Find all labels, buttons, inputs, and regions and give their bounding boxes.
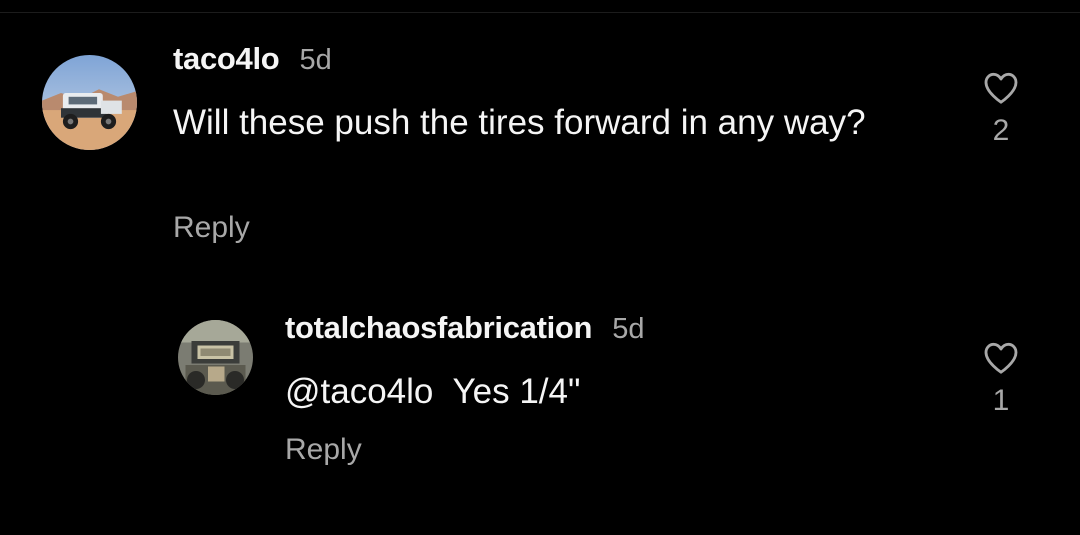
reply-button[interactable]: Reply [285, 433, 362, 467]
truck-photo-image [42, 55, 137, 150]
like-control: 2 [971, 68, 1031, 148]
avatar[interactable] [178, 320, 253, 395]
reply-button[interactable]: Reply [173, 211, 250, 245]
comment-text: @taco4lo Yes 1/4" [285, 372, 925, 412]
mention-link[interactable]: @taco4lo [285, 372, 433, 411]
comment-header: taco4lo 5d [173, 41, 332, 77]
comment-header: totalchaosfabrication 5d [285, 310, 644, 346]
timestamp: 5d [612, 313, 645, 345]
username[interactable]: taco4lo [173, 41, 280, 77]
top-divider [0, 0, 1080, 13]
comment-body: Yes 1/4" [452, 372, 581, 411]
like-control: 1 [971, 338, 1031, 418]
like-count: 2 [992, 114, 1010, 147]
timestamp: 5d [299, 44, 332, 76]
fabrication-photo-image [178, 320, 253, 395]
username[interactable]: totalchaosfabrication [285, 310, 593, 346]
heart-outline-icon[interactable] [980, 68, 1022, 108]
like-count: 1 [992, 384, 1010, 417]
avatar[interactable] [42, 55, 137, 150]
comment-text: Will these push the tires forward in any… [173, 103, 866, 142]
comments-panel: taco4lo 5d Will these push the tires for… [0, 0, 1080, 535]
heart-outline-icon[interactable] [980, 338, 1022, 378]
